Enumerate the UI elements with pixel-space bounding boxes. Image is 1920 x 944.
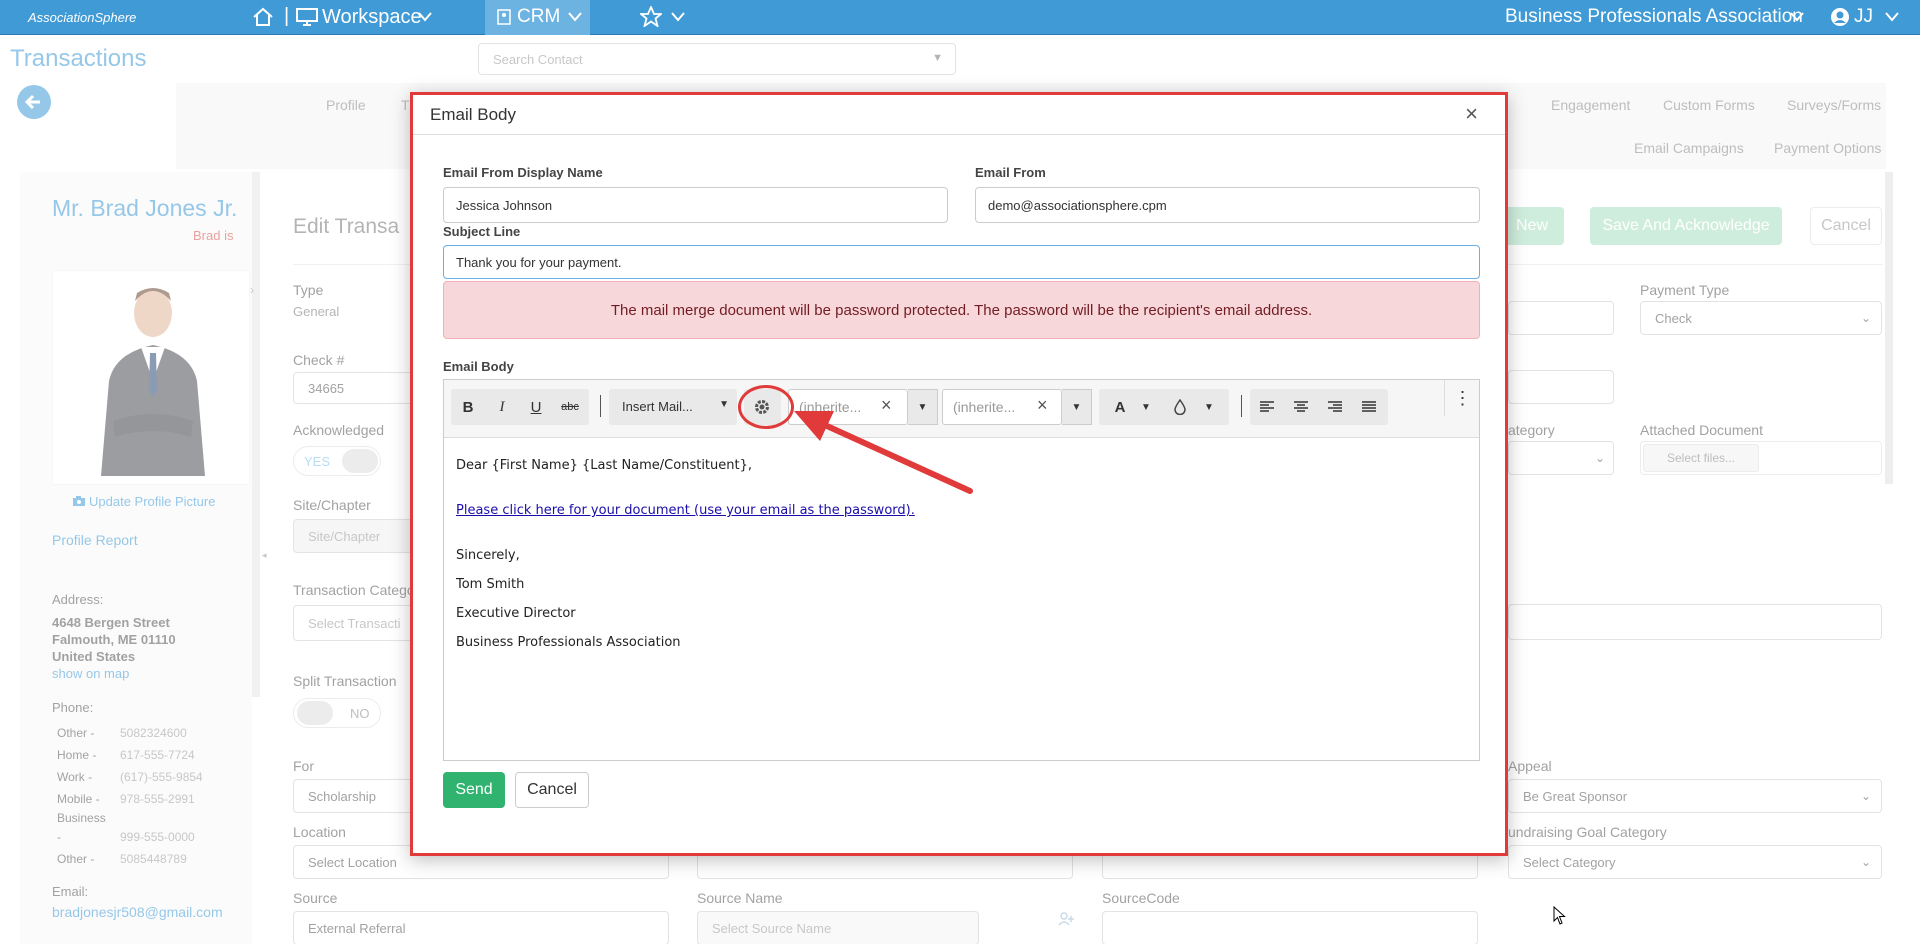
top-navbar: AssociationSphere | Workspace CRM Busine… — [0, 0, 1920, 35]
font-color-button[interactable]: A — [1103, 389, 1137, 425]
justify-button[interactable] — [1352, 389, 1386, 425]
subject-line-input[interactable]: Thank you for your payment. — [443, 245, 1480, 279]
user-circle-icon[interactable] — [1830, 7, 1850, 27]
align-left-button[interactable] — [1250, 389, 1284, 425]
user-initials[interactable]: JJ — [1854, 6, 1873, 28]
signature-name: Tom Smith — [456, 577, 525, 592]
contact-card-icon — [497, 9, 511, 25]
highlight-circle — [738, 385, 794, 429]
toolbar-separator — [1241, 395, 1242, 417]
chevron-down-icon[interactable] — [1885, 12, 1899, 22]
app-logo[interactable]: AssociationSphere — [28, 10, 136, 25]
star-icon[interactable] — [640, 6, 662, 27]
bold-button[interactable]: B — [451, 389, 485, 425]
toolbar-separator — [600, 395, 601, 417]
alignment-group — [1250, 389, 1388, 425]
from-name-input[interactable]: Jessica Johnson — [443, 187, 948, 223]
modal-header: Email Body × — [413, 95, 1505, 135]
annotation-arrow-icon — [794, 411, 973, 494]
body-greeting: Dear {First Name} {Last Name/Constituent… — [456, 458, 753, 473]
chevron-down-icon — [568, 12, 582, 22]
color-group: A ▼ ▼ — [1099, 389, 1229, 425]
close-icon[interactable]: × — [1465, 101, 1478, 127]
home-icon[interactable] — [252, 7, 274, 27]
chevron-down-icon[interactable] — [1790, 12, 1804, 22]
droplet-icon — [1174, 399, 1186, 415]
chevron-down-icon[interactable] — [418, 12, 432, 22]
cancel-button[interactable]: Cancel — [515, 772, 589, 808]
subject-line-label: Subject Line — [443, 224, 521, 239]
insert-mail-dropdown[interactable]: Insert Mail... ▼ — [609, 389, 737, 425]
clear-icon[interactable]: × — [1037, 395, 1048, 416]
pipe-divider: | — [284, 5, 290, 27]
font-size-caret[interactable]: ▼ — [1062, 389, 1092, 425]
password-alert: The mail merge document will be password… — [443, 281, 1480, 339]
background-color-button[interactable] — [1163, 389, 1197, 425]
strikethrough-button[interactable]: abc — [553, 389, 587, 425]
font-color-caret[interactable]: ▼ — [1137, 389, 1155, 425]
underline-button[interactable]: U — [519, 389, 553, 425]
send-button[interactable]: Send — [443, 772, 505, 808]
crm-label: CRM — [517, 6, 561, 27]
more-options-icon[interactable]: ⋮ — [1444, 380, 1480, 416]
signature-title: Executive Director — [456, 606, 576, 621]
italic-button[interactable]: I — [485, 389, 519, 425]
text-style-group: B I U abc — [451, 389, 589, 425]
insert-mail-label: Insert Mail... — [622, 399, 693, 414]
background-color-caret[interactable]: ▼ — [1199, 389, 1219, 425]
email-body-label: Email Body — [443, 359, 514, 374]
body-closing: Sincerely, — [456, 548, 520, 563]
org-name[interactable]: Business Professionals Association — [1505, 6, 1803, 28]
modal-title: Email Body — [430, 105, 516, 124]
monitor-icon — [296, 8, 318, 26]
mouse-cursor-icon — [1553, 906, 1566, 925]
workspace-menu[interactable]: Workspace — [322, 6, 422, 29]
email-from-input[interactable]: demo@associationsphere.cpm — [975, 187, 1480, 223]
email-from-label: Email From — [975, 165, 1046, 180]
chevron-down-icon[interactable] — [671, 12, 685, 22]
from-name-label: Email From Display Name — [443, 165, 603, 180]
align-right-button[interactable] — [1318, 389, 1352, 425]
dropdown-caret-icon: ▼ — [719, 399, 729, 410]
crm-tab[interactable]: CRM — [485, 0, 590, 35]
document-link[interactable]: Please click here for your document (use… — [456, 503, 915, 518]
align-center-button[interactable] — [1284, 389, 1318, 425]
signature-org: Business Professionals Association — [456, 635, 681, 650]
